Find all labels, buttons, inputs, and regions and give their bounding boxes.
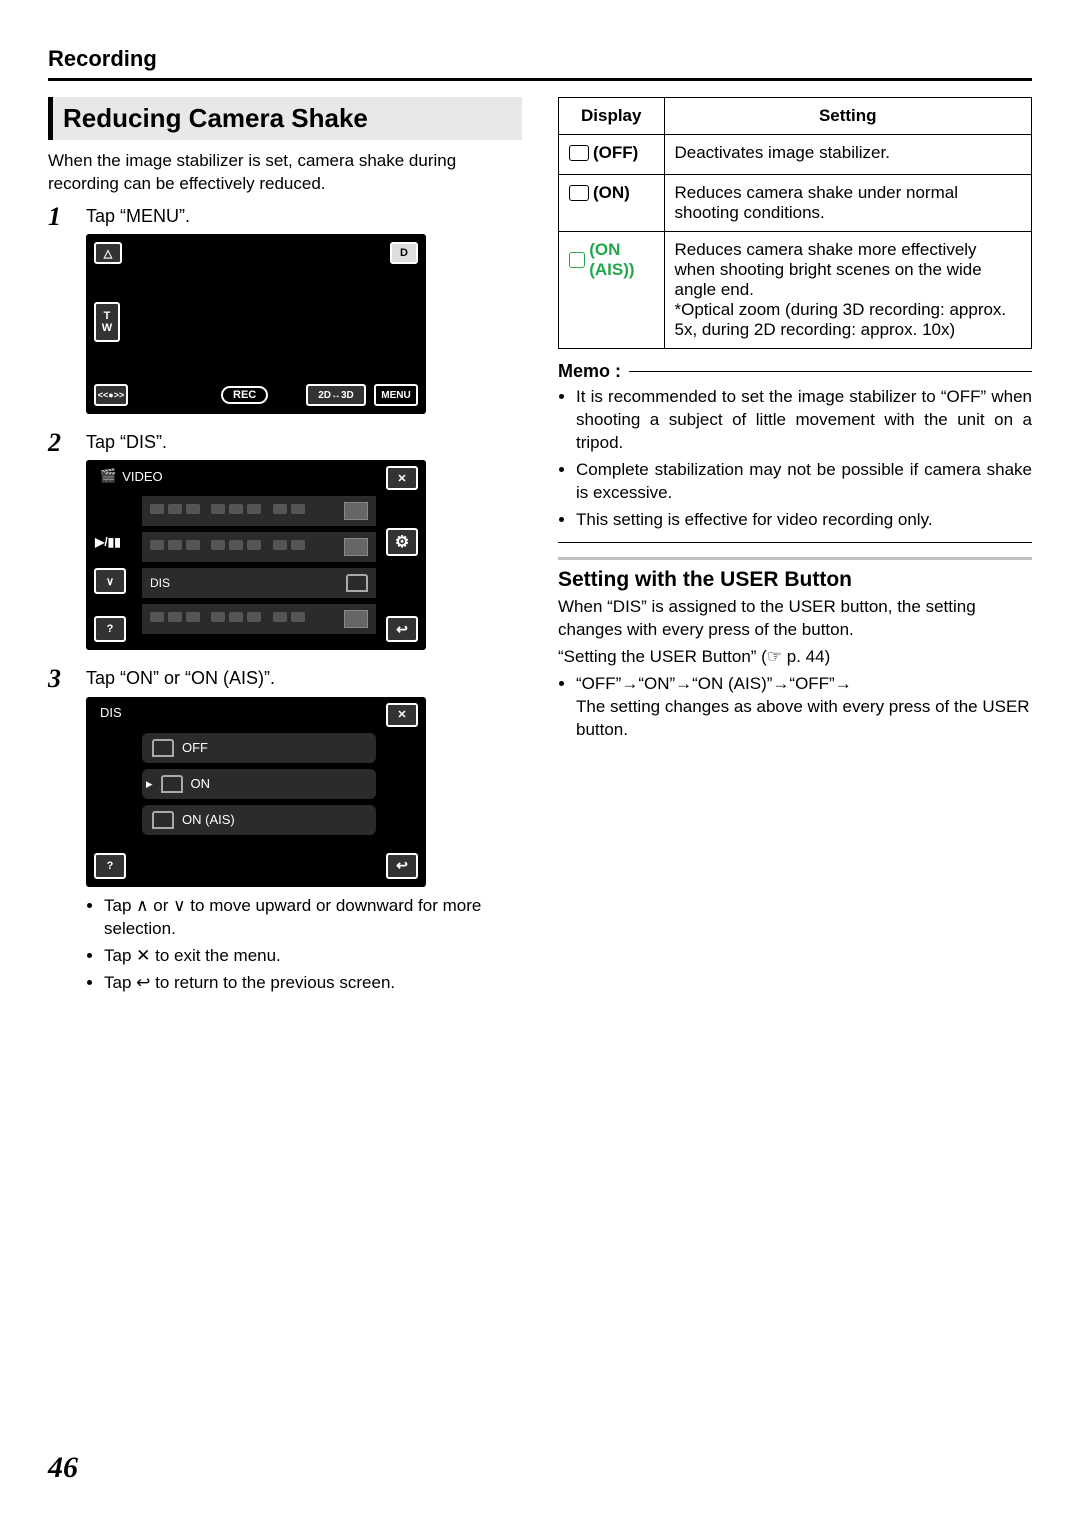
memo-list: It is recommended to set the image stabi… <box>558 386 1032 532</box>
settings-table: Display Setting (OFF) Deactivates image … <box>558 97 1032 349</box>
parallax-icon[interactable]: △ <box>94 242 122 264</box>
table-header-setting: Setting <box>664 98 1032 135</box>
dis-on-icon <box>569 185 589 201</box>
menu-item-row[interactable] <box>142 604 376 634</box>
gear-icon[interactable]: ⚙ <box>386 528 418 556</box>
list-item: It is recommended to set the image stabi… <box>576 386 1032 455</box>
dis-off-icon <box>569 145 589 161</box>
down-icon[interactable]: ∨ <box>94 568 126 594</box>
user-button-cycle: “OFF”→“ON”→“ON (AIS)”→“OFF”→ The setting… <box>558 673 1032 742</box>
shutter-icon[interactable]: <<●>> <box>94 384 128 406</box>
option-on-ais[interactable]: ON (AIS) <box>142 805 376 835</box>
chapter-title: Recording <box>48 46 1032 81</box>
menu-item-dis[interactable]: DIS <box>142 568 376 598</box>
lcd-screen-video-menu: 🎬 VIDEO ✕ ⚙ ↩ ▶/▮▮ ∨ ? DIS <box>86 460 426 650</box>
step-notes: Tap ∧ or ∨ to move upward or downward fo… <box>86 895 522 995</box>
list-item: This setting is effective for video reco… <box>576 509 1032 532</box>
step-text: Tap “MENU”. <box>86 204 522 228</box>
step-text: Tap “DIS”. <box>86 430 522 454</box>
step-3: 3 Tap “ON” or “ON (AIS)”. DIS ✕ ↩ ? OFF … <box>48 666 522 998</box>
back-icon[interactable]: ↩ <box>386 853 418 879</box>
menu-item-row[interactable] <box>142 532 376 562</box>
intro-text: When the image stabilizer is set, camera… <box>48 150 522 196</box>
user-button-para: When “DIS” is assigned to the USER butto… <box>558 596 1032 642</box>
2d3d-button[interactable]: 2D↔3D <box>306 384 366 406</box>
setting-cell: Reduces camera shake more effectively wh… <box>664 232 1032 349</box>
zoom-t-label: T <box>104 310 111 322</box>
list-item: Tap ↩ to return to the previous screen. <box>104 972 522 995</box>
close-icon[interactable]: ✕ <box>386 466 418 490</box>
table-row: (ON) Reduces camera shake under normal s… <box>559 175 1032 232</box>
step-text: Tap “ON” or “ON (AIS)”. <box>86 666 522 690</box>
memo-heading: Memo : <box>558 361 1032 382</box>
video-mode-icon: 🎬 <box>100 468 116 484</box>
dis-off-icon <box>152 739 174 757</box>
page-number: 46 <box>48 1451 78 1485</box>
step-number: 2 <box>48 430 70 658</box>
rec-button[interactable]: REC <box>221 386 268 404</box>
table-row: (OFF) Deactivates image stabilizer. <box>559 135 1032 175</box>
list-item: Tap ✕ to exit the menu. <box>104 945 522 968</box>
list-item: Tap ∧ or ∨ to move upward or downward fo… <box>104 895 522 941</box>
close-icon[interactable]: ✕ <box>386 703 418 727</box>
lcd-screen-rec: △ D T W <<●>> REC 2D↔3D MENU <box>86 234 426 414</box>
menu-button[interactable]: MENU <box>374 384 418 406</box>
dis-ais-icon <box>152 811 174 829</box>
dis-on-icon <box>161 775 183 793</box>
help-icon[interactable]: ? <box>94 616 126 642</box>
user-button-ref: “Setting the USER Button” (☞ p. 44) <box>558 646 1032 669</box>
playpause-icon[interactable]: ▶/▮▮ <box>94 532 122 552</box>
lcd-screen-dis-menu: DIS ✕ ↩ ? OFF ▸ON ON (AIS) <box>86 697 426 887</box>
step-number: 3 <box>48 666 70 998</box>
step-number: 1 <box>48 204 70 422</box>
user-button-heading: Setting with the USER Button <box>558 568 1032 592</box>
menu-item-row[interactable] <box>142 496 376 526</box>
zoom-control[interactable]: T W <box>94 302 120 342</box>
zoom-w-label: W <box>102 322 112 334</box>
list-item: “OFF”→“ON”→“ON (AIS)”→“OFF”→ The setting… <box>576 673 1032 742</box>
help-icon[interactable]: ? <box>94 853 126 879</box>
menu-title: DIS <box>100 705 122 720</box>
slot-icon[interactable]: D <box>390 242 418 264</box>
table-header-display: Display <box>559 98 665 135</box>
step-2: 2 Tap “DIS”. 🎬 VIDEO ✕ ⚙ ↩ ▶/▮▮ ∨ ? <box>48 430 522 658</box>
dis-ais-icon <box>569 252 585 268</box>
menu-title: 🎬 VIDEO <box>100 468 163 484</box>
option-off[interactable]: OFF <box>142 733 376 763</box>
back-icon[interactable]: ↩ <box>386 616 418 642</box>
step-1: 1 Tap “MENU”. △ D T W <<●>> REC 2D↔3D ME… <box>48 204 522 422</box>
dis-icon <box>346 574 368 592</box>
option-on[interactable]: ▸ON <box>142 769 376 799</box>
table-row: (ON (AIS)) Reduces camera shake more eff… <box>559 232 1032 349</box>
section-heading: Reducing Camera Shake <box>48 97 522 140</box>
list-item: Complete stabilization may not be possib… <box>576 459 1032 505</box>
